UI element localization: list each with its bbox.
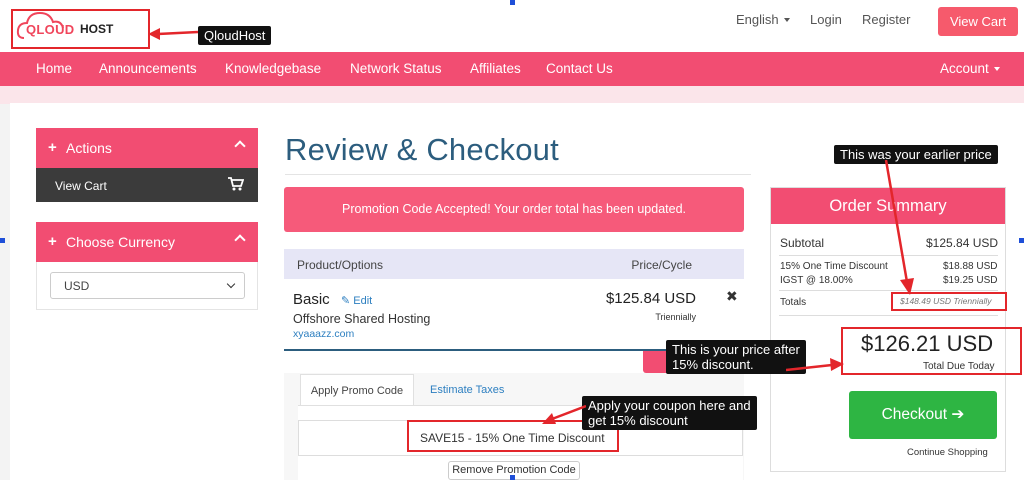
remove-item-icon[interactable]: ✖ — [726, 288, 738, 305]
chevron-down-icon — [226, 279, 236, 289]
view-cart-button[interactable]: View Cart — [938, 7, 1018, 36]
continue-shopping-link[interactable]: Continue Shopping — [907, 447, 988, 458]
edit-label: Edit — [353, 295, 373, 307]
sidebar-actions-title: Actions — [66, 140, 112, 156]
chevron-down-icon — [783, 18, 790, 22]
tab-apply-promo-code[interactable]: Apply Promo Code — [300, 374, 414, 406]
subtotal-value: $125.84 USD — [926, 236, 999, 250]
promo-success-alert: Promotion Code Accepted! Your order tota… — [284, 187, 744, 232]
arrow-to-logo-icon — [148, 28, 198, 40]
nav-knowledgebase[interactable]: Knowledgebase — [225, 61, 321, 76]
divider — [779, 315, 998, 316]
column-header-product: Product/Options — [297, 258, 384, 272]
logo-callout: QloudHost — [198, 26, 272, 45]
arrow-to-coupon-icon — [542, 404, 586, 424]
product-price: $125.84 USD — [605, 290, 696, 307]
sidebar-currency-header[interactable]: + Choose Currency — [36, 222, 258, 262]
main-nav: Home Announcements Knowledgebase Network… — [0, 52, 1024, 86]
nav-account[interactable]: Account — [940, 61, 1000, 76]
subtotal-label: Subtotal — [780, 236, 825, 250]
chevron-down-icon — [993, 67, 1000, 71]
account-label: Account — [940, 61, 989, 76]
sidebar-actions-header[interactable]: + Actions — [36, 128, 258, 168]
page-title: Review & Checkout — [285, 132, 559, 167]
pencil-icon: ✎ — [341, 295, 351, 307]
after-discount-line-1: This is your price after — [672, 342, 800, 357]
tax-label: IGST @ 18.00% — [780, 275, 853, 286]
coupon-callout: Apply your coupon here and get 15% disco… — [582, 396, 757, 430]
logo-highlight-box — [11, 9, 150, 49]
login-link[interactable]: Login — [810, 12, 842, 27]
selection-handle — [510, 475, 515, 480]
divider — [285, 174, 751, 175]
arrow-right-icon: ➔ — [951, 406, 965, 423]
checkout-button[interactable]: Checkout ➔ — [849, 391, 997, 439]
chevron-up-icon — [234, 140, 246, 152]
currency-select[interactable]: USD — [50, 272, 245, 299]
register-link[interactable]: Register — [862, 12, 910, 27]
product-name: Basic — [293, 291, 330, 308]
currency-box: USD — [36, 262, 258, 310]
language-label: English — [736, 12, 779, 27]
coupon-line-1: Apply your coupon here and — [588, 398, 751, 413]
total-highlight-box — [841, 327, 1022, 375]
column-header-price: Price/Cycle — [631, 258, 692, 272]
sidebar-item-label: View Cart — [55, 179, 107, 193]
plus-icon: + — [48, 139, 57, 156]
product-group: Offshore Shared Hosting — [293, 312, 431, 326]
language-dropdown[interactable]: English — [736, 12, 790, 27]
cart-icon — [228, 177, 244, 191]
selection-handle — [1019, 238, 1024, 243]
arrow-to-total-icon — [786, 358, 844, 372]
plus-icon: + — [48, 233, 57, 250]
nav-network-status[interactable]: Network Status — [350, 61, 442, 76]
tab-estimate-taxes[interactable]: Estimate Taxes — [430, 384, 504, 396]
discount-label: 15% One Time Discount — [780, 261, 888, 272]
discount-value: $18.88 USD — [943, 261, 998, 272]
after-discount-callout: This is your price after 15% discount. — [666, 340, 806, 374]
currency-value: USD — [64, 279, 90, 293]
sidebar-currency-title: Choose Currency — [66, 234, 175, 250]
nav-home[interactable]: Home — [36, 61, 72, 76]
nav-affiliates[interactable]: Affiliates — [470, 61, 521, 76]
tax-value: $19.25 USD — [943, 275, 998, 286]
product-domain[interactable]: xyaaazz.com — [293, 328, 354, 340]
sidebar-item-view-cart[interactable]: View Cart — [36, 168, 258, 202]
nav-shadow — [0, 86, 1024, 104]
edit-product-link[interactable]: ✎ Edit — [341, 294, 372, 307]
nav-announcements[interactable]: Announcements — [99, 61, 197, 76]
arrow-to-earlier-price-icon — [884, 160, 914, 295]
selection-handle — [510, 0, 515, 5]
checkout-label: Checkout — [881, 406, 948, 423]
nav-contact-us[interactable]: Contact Us — [546, 61, 613, 76]
totals-label: Totals — [780, 297, 807, 308]
selection-handle — [0, 238, 5, 243]
coupon-line-2: get 15% discount — [588, 413, 688, 428]
after-discount-line-2: 15% discount. — [672, 357, 754, 372]
chevron-up-icon — [234, 234, 246, 246]
product-cycle: Triennially — [655, 312, 696, 322]
cart-table-header: Product/Options Price/Cycle — [284, 249, 744, 279]
